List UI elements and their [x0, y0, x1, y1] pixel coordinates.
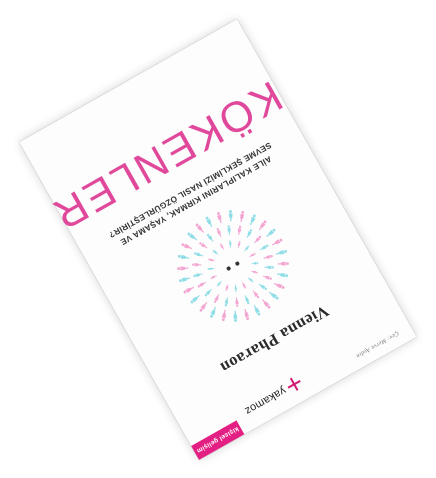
person-figure-icon — [258, 220, 267, 231]
person-figure-icon — [241, 282, 247, 289]
person-figure-icon — [264, 265, 274, 270]
person-figure-icon — [234, 284, 238, 292]
person-figure-icon — [187, 232, 198, 241]
person-figure-icon — [193, 273, 203, 278]
person-figure-icon — [183, 286, 195, 294]
person-figure-icon — [224, 296, 229, 307]
person-figure-icon — [237, 241, 241, 249]
person-figure-icon — [259, 244, 269, 251]
person-figure-icon — [221, 309, 226, 322]
person-figure-icon — [227, 225, 231, 235]
person-figure-icon — [246, 229, 253, 239]
person-figure-icon — [235, 297, 239, 307]
person-figure-icon — [177, 266, 189, 271]
person-figure-icon — [258, 283, 267, 290]
person-figure-icon — [253, 305, 261, 316]
series-label: kişisel gelişim — [195, 425, 240, 455]
person-figure-icon — [190, 295, 200, 304]
person-figure-icon — [199, 301, 208, 312]
person-figure-icon — [251, 261, 259, 265]
person-figure-icon — [237, 225, 242, 236]
person-figure-icon — [247, 277, 254, 283]
person-figure-icon — [194, 252, 204, 257]
person-figure-icon — [268, 291, 279, 300]
person-figure-icon — [262, 275, 272, 280]
person-figure-icon — [204, 288, 212, 297]
person-figure-icon — [177, 254, 190, 259]
person-figure-icon — [195, 223, 205, 233]
person-figure-icon — [207, 267, 215, 271]
person-figure-icon — [210, 306, 217, 318]
person-figure-icon — [244, 245, 250, 252]
person-figure-icon — [250, 270, 258, 274]
person-figure-icon — [206, 233, 214, 242]
publisher-logo: yakamoz — [242, 375, 304, 418]
person-figure-icon — [217, 212, 222, 224]
person-figure-icon — [205, 216, 213, 228]
person-figure-icon — [216, 280, 222, 287]
person-figure-icon — [249, 252, 256, 258]
person-figure-icon — [272, 238, 283, 246]
center-figures — [226, 261, 240, 271]
photo-frame: Çev: Merve Aydın yakamoz kişisel gelişim… — [0, 0, 436, 478]
person-figure-icon — [273, 283, 285, 289]
person-figure-icon — [249, 214, 256, 226]
person-figure-icon — [192, 263, 202, 267]
person-figure-icon — [197, 281, 207, 288]
person-figure-icon — [216, 228, 222, 238]
book-cover: Çev: Merve Aydın yakamoz kişisel gelişim… — [19, 19, 417, 460]
person-figure-icon — [244, 294, 250, 304]
person-figure-icon — [240, 210, 245, 223]
person-figure-icon — [244, 308, 250, 321]
person-figure-icon — [276, 273, 289, 278]
person-figure-icon — [275, 250, 287, 255]
person-figure-icon — [266, 228, 276, 238]
person-figure-icon — [219, 243, 225, 250]
person-figure-icon — [228, 240, 232, 248]
person-figure-icon — [214, 294, 220, 303]
publisher-cross-icon — [285, 375, 304, 394]
person-figure-icon — [228, 210, 233, 222]
person-figure-icon — [199, 242, 208, 249]
translator-credit: Çev: Merve Aydın — [354, 329, 400, 359]
person-figure-icon — [261, 299, 271, 309]
person-figure-icon — [212, 249, 219, 255]
person-figure-icon — [233, 310, 238, 322]
person-figure-icon — [252, 290, 260, 299]
person-figure-icon — [179, 277, 191, 283]
person-figure-icon — [181, 243, 193, 250]
person-figure-icon — [254, 235, 262, 244]
person-figure-icon — [263, 254, 273, 259]
series-tab: kişisel gelişim — [191, 420, 245, 460]
publisher-name: yakamoz — [242, 384, 288, 418]
person-figure-icon — [208, 258, 216, 262]
person-figure-icon — [210, 274, 217, 280]
person-figure-icon — [277, 261, 289, 266]
person-figure-icon — [225, 283, 229, 291]
